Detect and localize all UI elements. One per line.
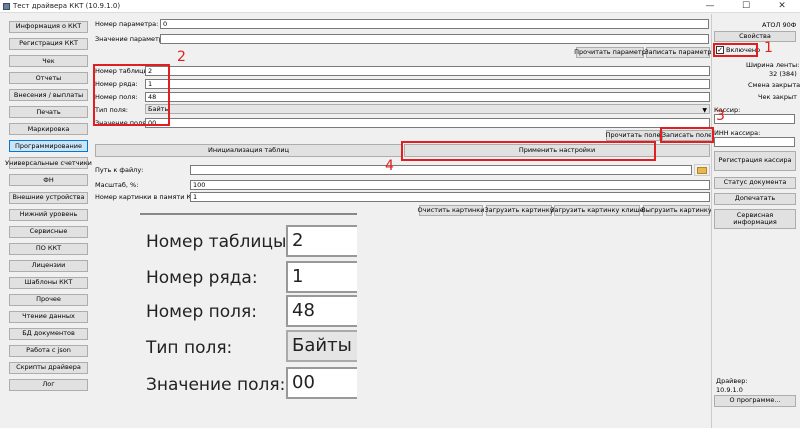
driver-version: 10.9.1.0 [716,386,743,394]
zoom-field-number-label: Номер поля: [146,302,257,322]
zoom-field-value-label: Значение поля: [146,375,286,395]
field-type-select[interactable]: Байты ▼ [145,104,710,114]
annotation-number-1: 1 [764,40,773,56]
clear-pictures-button[interactable]: Очистить картинки [418,205,484,216]
window-title: Тест драйвера ККТ (10.9.1.0) [13,2,121,10]
file-path-label: Путь к файлу: [95,166,144,174]
sidebar-item[interactable]: ФН [9,174,88,187]
receipt-status: Чек закрыт [758,93,797,101]
row-number-input[interactable]: 1 [145,79,710,89]
sidebar-item[interactable]: Нижний уровень [9,208,88,221]
sidebar-item[interactable]: Маркировка [9,123,88,136]
service-info-button[interactable]: Сервисная информация [714,209,796,229]
sidebar-item[interactable]: Работа с json [9,344,88,357]
maximize-button[interactable]: ☐ [728,0,764,13]
annotation-box-4 [401,141,656,161]
sidebar-item[interactable]: Универсальные счетчики [5,157,92,170]
sidebar: Информация о ККТ Регистрация ККТ Чек Отчеты… [0,14,92,428]
param-value-input[interactable] [160,34,709,44]
field-value-input[interactable]: 00 [145,118,710,128]
sidebar-item[interactable]: Программирование [9,140,88,153]
minimize-button[interactable]: — [692,0,728,13]
cashier-inn-input[interactable] [714,137,795,147]
sidebar-item[interactable]: Прочее [9,293,88,306]
cashier-inn-label: ИНН кассира: [714,129,761,137]
sidebar-item[interactable]: Шаблоны ККТ [9,276,88,289]
param-number-input[interactable]: 0 [160,19,709,29]
zoom-table-number-input: 2 [286,225,357,257]
reprint-button[interactable]: Допечатать [714,193,796,205]
zoom-field-type-select: Байты [286,330,357,362]
sidebar-item[interactable]: Скрипты драйвера [9,362,88,374]
sidebar-item[interactable]: Печать [9,106,88,119]
about-button[interactable]: О программе... [714,395,796,407]
browse-folder-button[interactable] [694,164,710,176]
right-panel-divider [711,14,712,428]
picture-number-label: Номер картинки в памяти ККТ: [95,193,202,201]
annotation-number-3: 3 [716,108,725,124]
table-number-input[interactable]: 2 [145,66,710,76]
shift-status: Смена закрыта [748,81,800,89]
folder-icon [697,166,707,174]
device-name: АТОЛ 90Ф [762,21,797,29]
driver-label: Драйвер: [716,377,748,385]
param-value-label: Значение параметра: [95,35,170,43]
scale-input[interactable]: 100 [190,180,710,190]
annotation-number-2: 2 [177,49,186,65]
app-icon [3,3,10,10]
annotation-box-3 [660,127,714,143]
annotation-box-1 [713,43,758,57]
load-picture-button[interactable]: Загрузить картинку [485,205,554,216]
tape-width-value: 32 (384) [769,70,797,78]
properties-button[interactable]: Свойства [714,31,796,42]
param-number-label: Номер параметра: [95,20,159,28]
init-tables-button[interactable]: Инициализация таблиц [95,144,402,157]
chevron-down-icon: ▼ [702,107,707,114]
sidebar-item[interactable]: Сервисные [9,225,88,238]
sidebar-item[interactable]: Лог [9,379,88,392]
picture-number-input[interactable]: 1 [190,192,710,202]
sidebar-item[interactable]: Лицензии [9,259,88,272]
write-param-button[interactable]: Записать параметр [644,47,712,58]
zoom-row-number-label: Номер ряда: [146,268,258,288]
document-status-button[interactable]: Статус документа [714,177,796,189]
scale-label: Масштаб, %: [95,181,139,189]
zoom-table-number-label: Номер таблицы: [146,232,293,252]
sidebar-item[interactable]: Отчеты [9,72,88,85]
sidebar-item[interactable]: Чек [9,55,88,68]
tape-width-label: Ширина ленты: [746,61,800,69]
annotation-box-2 [93,64,170,126]
read-field-button[interactable]: Прочитать поле [606,130,660,141]
sidebar-item[interactable]: Информация о ККТ [9,21,88,33]
annotation-number-4: 4 [385,158,394,174]
field-number-input[interactable]: 48 [145,92,710,102]
close-button[interactable]: ✕ [764,0,800,13]
zoom-inset-divider [140,213,357,215]
read-param-button[interactable]: Прочитать параметр [574,47,646,58]
sidebar-item[interactable]: Внешние устройства [9,191,88,204]
cashier-input[interactable] [714,114,795,124]
load-cliche-picture-button[interactable]: Загрузить картинку клише [550,205,644,216]
title-bar: Тест драйвера ККТ (10.9.1.0) — ☐ ✕ [0,0,800,13]
zoom-field-type-label: Тип поля: [146,338,233,358]
zoom-field-number-input: 48 [286,295,357,327]
register-cashier-button[interactable]: Регистрация кассира [714,151,796,171]
file-path-input[interactable] [190,165,692,175]
unload-picture-button[interactable]: Выгрузить картинку [641,205,712,216]
sidebar-item[interactable]: БД документов [9,327,88,340]
zoom-row-number-input: 1 [286,261,357,293]
sidebar-item[interactable]: Регистрация ККТ [9,38,88,51]
sidebar-item[interactable]: Внесения / выплаты [9,89,88,102]
sidebar-item[interactable]: ПО ККТ [9,242,88,255]
zoom-field-value-input: 00 [286,367,357,399]
sidebar-item[interactable]: Чтение данных [9,310,88,323]
